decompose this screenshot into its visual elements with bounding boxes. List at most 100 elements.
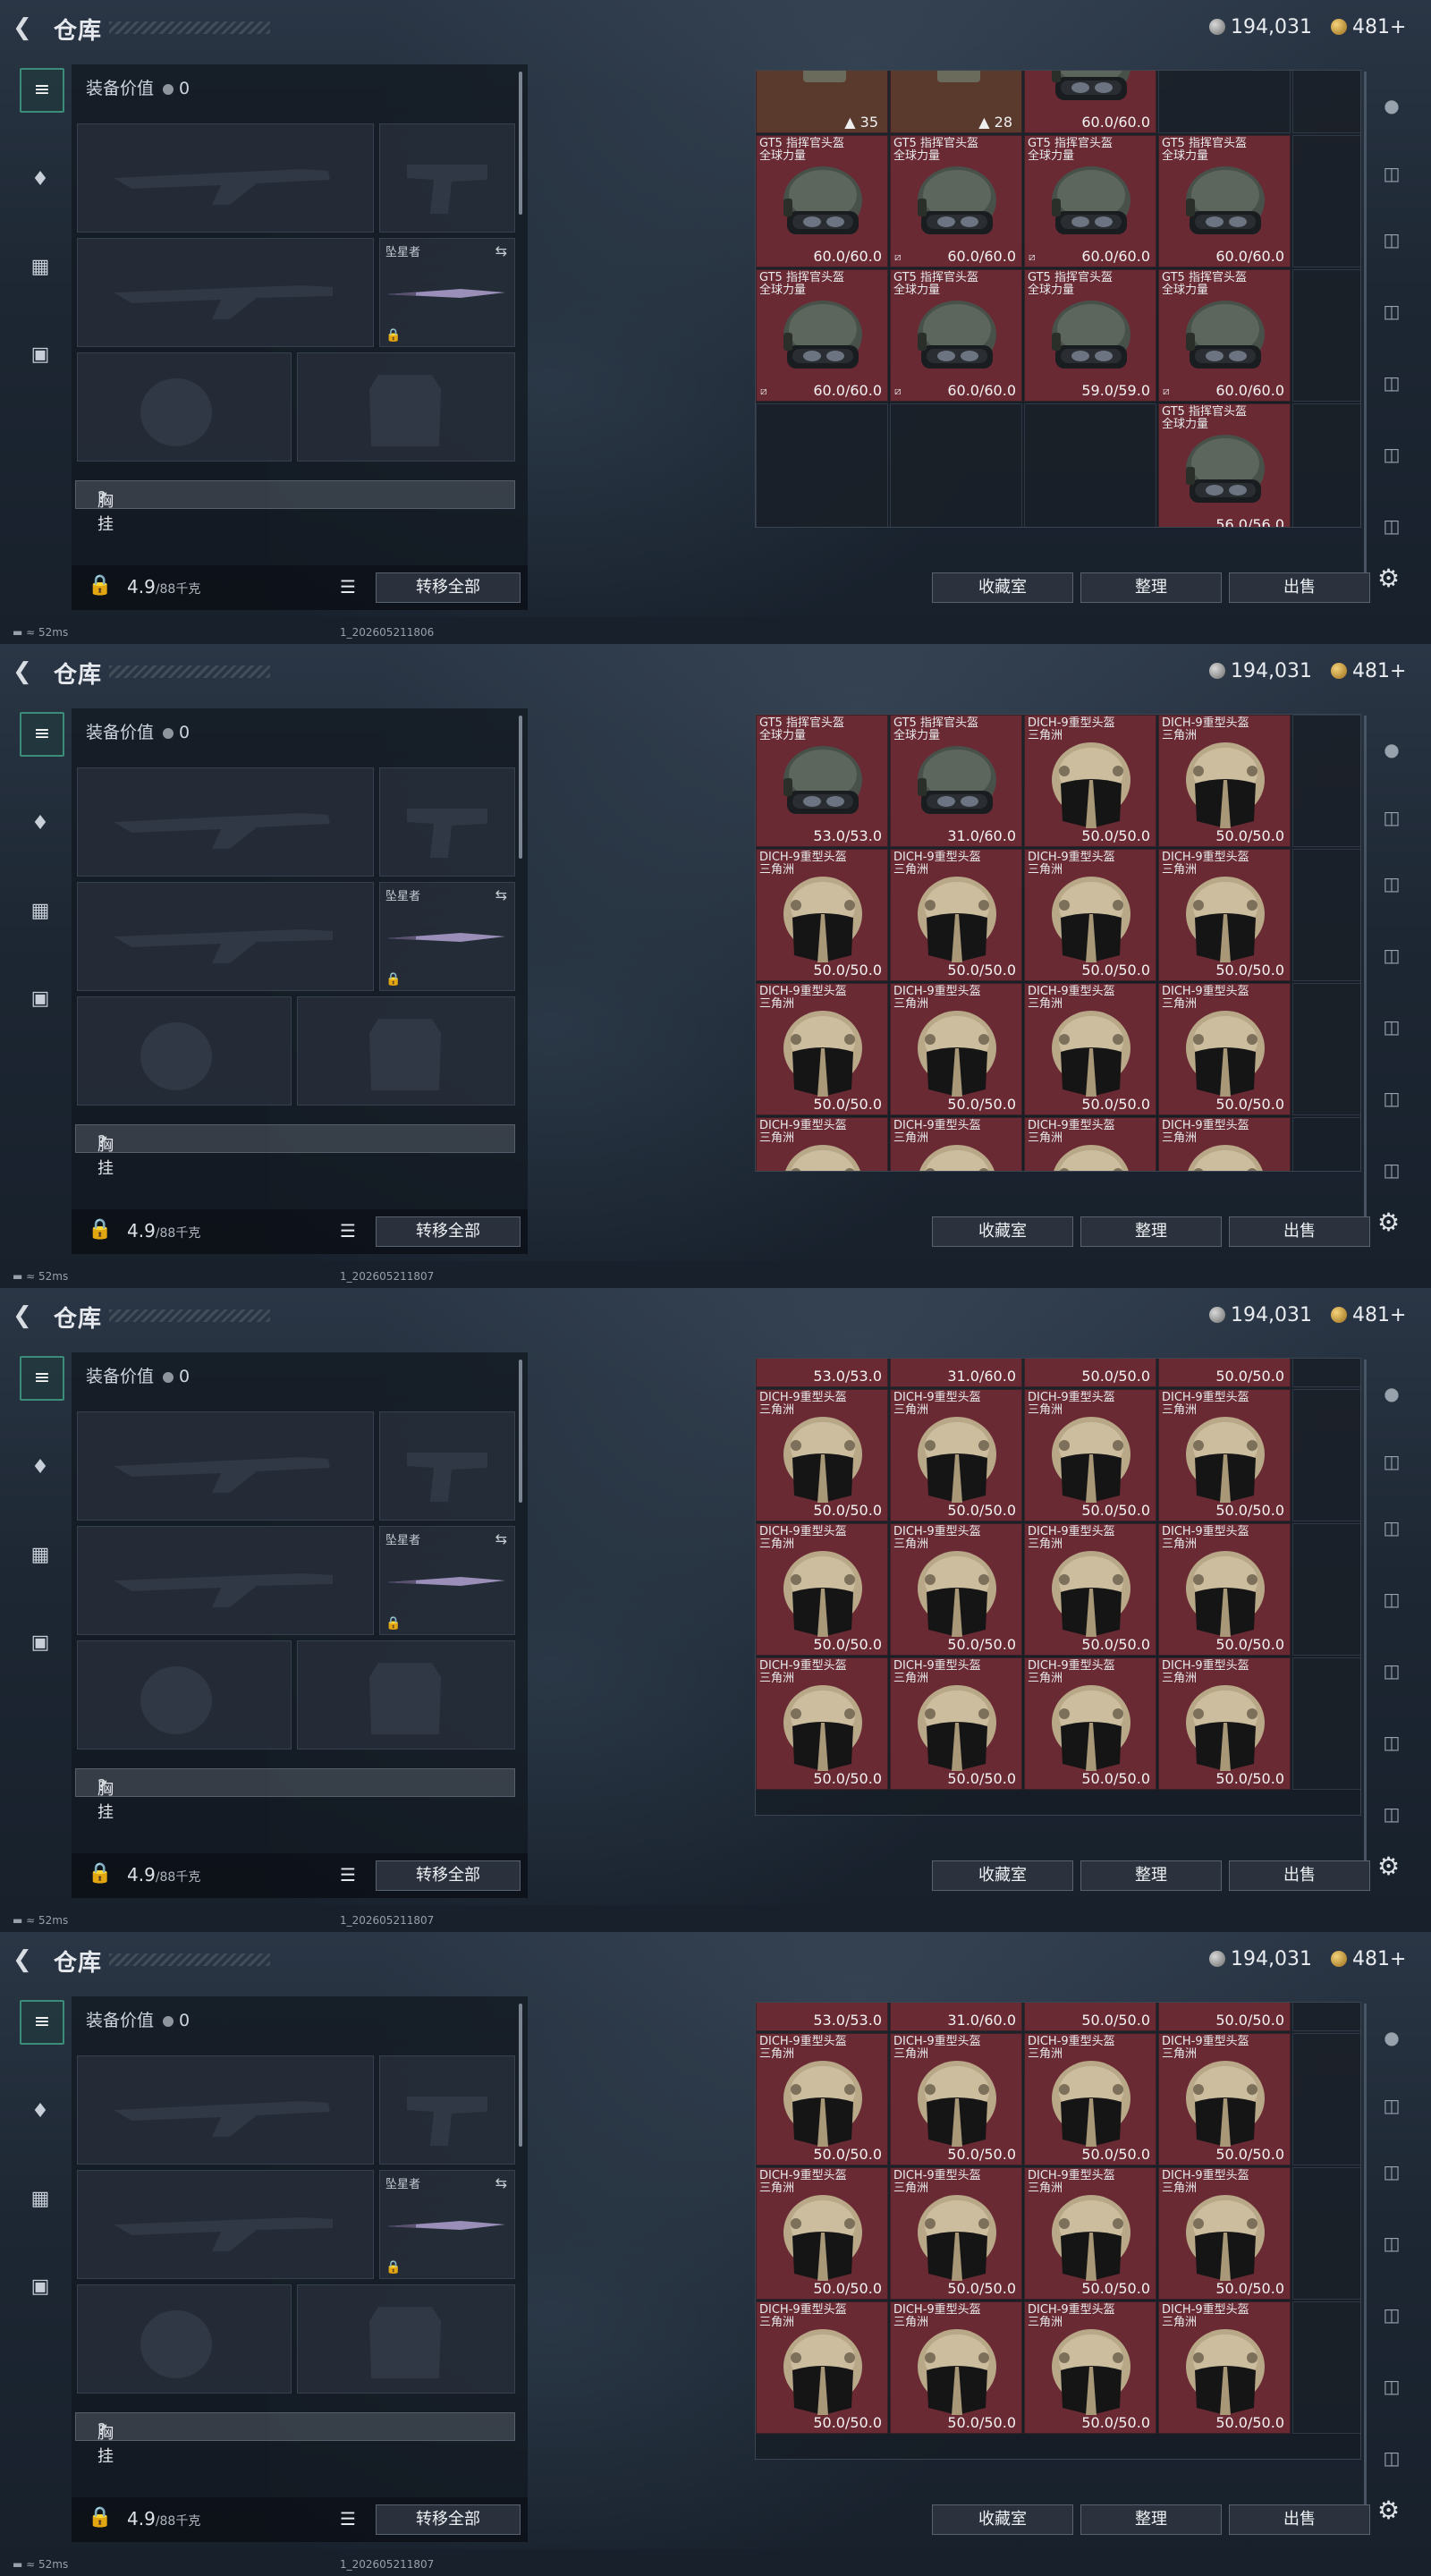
helmet-slot[interactable] [77, 2284, 292, 2394]
currency-gold[interactable]: 481+ [1331, 1304, 1406, 1326]
stash-tab-icon[interactable]: ◫ [1374, 436, 1410, 472]
stash-tab-icon[interactable]: ◫ [1374, 2440, 1410, 2476]
empty-grid-cell[interactable] [1292, 2003, 1360, 2031]
collection-button[interactable]: 收藏室 [932, 2504, 1073, 2535]
gear-icon[interactable]: ⚙ [1377, 1852, 1400, 1881]
empty-grid-cell[interactable] [1292, 2167, 1360, 2300]
transfer-all-button[interactable]: 转移全部 [376, 1860, 521, 1891]
inventory-item[interactable]: DICH-9重型头盔 三角洲 50.0/50.0 [890, 2033, 1022, 2165]
armor-icon[interactable]: ♦ [20, 2091, 61, 2132]
gear-icon[interactable]: ⚙ [1377, 564, 1400, 593]
sell-button[interactable]: 出售 [1229, 1216, 1370, 1247]
inventory-item[interactable]: DICH-9重型头盔 三角洲 50.0/50.0 [1024, 1657, 1156, 1790]
back-arrow-icon[interactable]: ❮ [13, 1302, 39, 1329]
inventory-item[interactable]: DICH-9重型头盔 三角洲 50.0/50.0 [1024, 2033, 1156, 2165]
empty-grid-cell[interactable] [1292, 71, 1360, 133]
inventory-item[interactable]: DICH-9重型头盔 三角洲 50.0/50.0 [1024, 2301, 1156, 2434]
inventory-item[interactable]: DICH-9重型头盔 三角洲 50.0/50.0 [756, 2033, 888, 2165]
clipboard-icon[interactable]: ▦ [20, 2179, 61, 2220]
currency-gold[interactable]: 481+ [1331, 660, 1406, 682]
stash-tab-icon[interactable]: ◫ [1374, 800, 1410, 835]
inventory-item[interactable]: GT5 指挥官头盔 全球力量 ⧄ 60.0/60.0 [756, 269, 888, 402]
empty-grid-cell[interactable] [1292, 269, 1360, 402]
inventory-item[interactable]: GT5 指挥官头盔 全球力量 31.0/60.0 [890, 715, 1022, 847]
inventory-item[interactable]: DICH-9重型头盔 三角洲 50.0/50.0 [1024, 849, 1156, 981]
stash-scrollbar[interactable] [1364, 1360, 1367, 1860]
inventory-item[interactable]: 60.0/60.0 [1024, 71, 1156, 133]
secondary-weapon-slot[interactable] [77, 1526, 374, 1635]
inventory-item[interactable]: 53.0/53.0 [756, 1359, 888, 1387]
back-arrow-icon[interactable]: ❮ [13, 658, 39, 685]
empty-grid-cell[interactable] [1292, 1389, 1360, 1521]
loadout-scrollbar[interactable] [519, 72, 522, 215]
armor-slot[interactable] [297, 1640, 515, 1750]
pistol-slot[interactable] [379, 767, 515, 877]
sort-button[interactable]: 整理 [1080, 2504, 1222, 2535]
empty-grid-cell[interactable] [1024, 403, 1156, 527]
stash-tab-icon[interactable]: ◫ [1374, 293, 1410, 329]
stash-tab-icon[interactable]: ◫ [1374, 365, 1410, 401]
currency-gold[interactable]: 481+ [1331, 16, 1406, 38]
empty-grid-cell[interactable] [890, 403, 1022, 527]
list-icon[interactable]: ☰ [340, 576, 356, 597]
stash-scrollbar[interactable] [1364, 72, 1367, 572]
primary-weapon-slot[interactable] [77, 767, 374, 877]
gun-icon[interactable]: ≡ [20, 1356, 64, 1401]
stash-tab-icon[interactable]: ◫ [1374, 156, 1410, 191]
stash-tab-icon[interactable]: ◫ [1374, 1796, 1410, 1832]
padlock-icon[interactable]: 🔒 [88, 574, 112, 597]
inventory-item[interactable]: DICH-9重型头盔 三角洲 [890, 1117, 1022, 1171]
empty-grid-cell[interactable] [1292, 1359, 1360, 1387]
list-icon[interactable]: ☰ [340, 1220, 356, 1241]
stash-tab-icon[interactable]: ◫ [1374, 1152, 1410, 1188]
empty-grid-cell[interactable] [1292, 849, 1360, 981]
inventory-item[interactable]: DICH-9重型头盔 三角洲 50.0/50.0 [890, 1389, 1022, 1521]
padlock-icon[interactable]: 🔒 [88, 1218, 112, 1241]
inventory-item[interactable]: 50.0/50.0 [1158, 2003, 1291, 2031]
gear-icon[interactable]: ⚙ [1377, 2496, 1400, 2525]
transfer-all-button[interactable]: 转移全部 [376, 2504, 521, 2535]
collection-button[interactable]: 收藏室 [932, 1860, 1073, 1891]
armor-slot[interactable] [297, 2284, 515, 2394]
inventory-item[interactable]: DICH-9重型头盔 三角洲 50.0/50.0 [1158, 1657, 1291, 1790]
inventory-item[interactable]: DICH-9重型头盔 三角洲 50.0/50.0 [756, 849, 888, 981]
stash-tab-icon[interactable]: ◫ [1374, 1009, 1410, 1045]
inventory-item[interactable]: 50.0/50.0 [1024, 2003, 1156, 2031]
inventory-item[interactable]: 31.0/60.0 [890, 2003, 1022, 2031]
stash-tab-icon[interactable]: ◫ [1374, 2225, 1410, 2261]
sort-button[interactable]: 整理 [1080, 572, 1222, 603]
inventory-item[interactable]: GT5 指挥官头盔 全球力量 ⧄ 60.0/60.0 [890, 135, 1022, 267]
empty-grid-cell[interactable] [1292, 1657, 1360, 1790]
inventory-item[interactable]: DICH-9重型头盔 三角洲 50.0/50.0 [1158, 715, 1291, 847]
helmet-slot[interactable] [77, 352, 292, 462]
inventory-item[interactable]: DICH-9重型头盔 三角洲 [1024, 1117, 1156, 1171]
back-arrow-icon[interactable]: ❮ [13, 14, 39, 41]
inventory-item[interactable]: DICH-9重型头盔 三角洲 50.0/50.0 [1158, 2033, 1291, 2165]
inventory-item[interactable]: DICH-9重型头盔 三角洲 50.0/50.0 [890, 983, 1022, 1115]
empty-grid-cell[interactable] [756, 403, 888, 527]
inventory-item[interactable]: DICH-9重型头盔 三角洲 50.0/50.0 [1158, 1389, 1291, 1521]
inventory-item[interactable]: DICH-9重型头盔 三角洲 50.0/50.0 [756, 1523, 888, 1656]
sell-button[interactable]: 出售 [1229, 2504, 1370, 2535]
sort-button[interactable]: 整理 [1080, 1216, 1222, 1247]
stash-tab-icon[interactable]: ◫ [1374, 2154, 1410, 2190]
inventory-item[interactable]: GT5 指挥官头盔 全球力量 59.0/59.0 [1024, 269, 1156, 402]
inventory-item[interactable]: 50.0/50.0 [1158, 1359, 1291, 1387]
helmet-slot[interactable] [77, 996, 292, 1106]
briefcase-icon[interactable]: ▣ [20, 2267, 61, 2308]
stash-tab-icon[interactable]: ◫ [1374, 866, 1410, 902]
list-icon[interactable]: ☰ [340, 2508, 356, 2529]
empty-grid-cell[interactable] [1292, 715, 1360, 847]
inventory-item[interactable]: GT5 指挥官头盔 全球力量 ⧄ 60.0/60.0 [1158, 269, 1291, 402]
stash-tab-icon[interactable]: ◫ [1374, 937, 1410, 973]
inventory-item[interactable]: DICH-9重型头盔 三角洲 50.0/50.0 [890, 2167, 1022, 2300]
inventory-item[interactable]: 31.0/60.0 [890, 1359, 1022, 1387]
inventory-item[interactable]: DICH-9重型头盔 三角洲 [756, 1117, 888, 1171]
stash-tab-icon[interactable]: ◫ [1374, 1581, 1410, 1617]
inventory-item[interactable]: DICH-9重型头盔 三角洲 50.0/50.0 [1158, 1523, 1291, 1656]
armor-slot[interactable] [297, 996, 515, 1106]
inventory-item[interactable]: ▲ 28 [890, 71, 1022, 133]
empty-grid-cell[interactable] [1292, 135, 1360, 267]
stash-tab-icon[interactable]: ◫ [1374, 2368, 1410, 2404]
vault-icon[interactable]: ● [1374, 732, 1410, 767]
